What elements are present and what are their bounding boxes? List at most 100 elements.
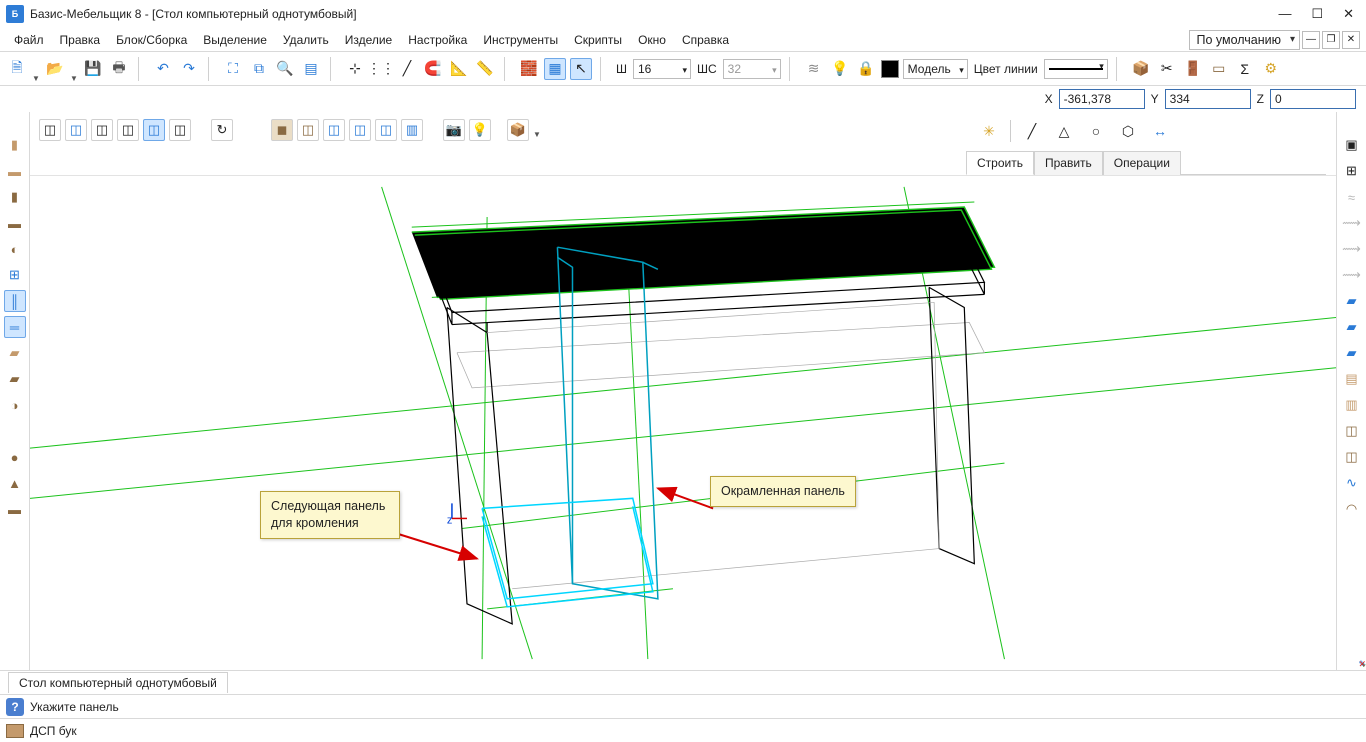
line-tool-icon[interactable]: ╱	[1021, 120, 1043, 142]
r-mat-b-icon[interactable]: ▥	[1341, 394, 1363, 416]
plinth-icon[interactable]: ▭	[1208, 58, 1230, 80]
r-panel-a-icon[interactable]: ▣	[1341, 134, 1363, 156]
view-3-icon[interactable]: ◫	[91, 119, 113, 141]
snap-grid-icon[interactable]: ⋮⋮	[370, 58, 392, 80]
sigma-icon[interactable]: Σ	[1234, 58, 1256, 80]
camera-icon[interactable]: 📷	[443, 119, 465, 141]
menu-file[interactable]: Файл	[6, 30, 52, 50]
ws-combo[interactable]: 32	[723, 59, 781, 79]
view-4-icon[interactable]: ◫	[117, 119, 139, 141]
menu-block[interactable]: Блок/Сборка	[108, 30, 195, 50]
menu-help[interactable]: Справка	[674, 30, 737, 50]
cone-icon[interactable]: ▲	[4, 472, 26, 494]
minimize-button[interactable]: —	[1278, 6, 1291, 22]
open-dropdown[interactable]: ▼	[70, 74, 78, 85]
panel-vert-icon[interactable]: ▮	[4, 134, 26, 156]
lock-icon[interactable]: 🔒	[855, 58, 877, 80]
hex-tool-icon[interactable]: ⬡	[1117, 120, 1139, 142]
new-dropdown[interactable]: ▼	[32, 74, 40, 85]
panel-front-icon[interactable]: ▮	[4, 186, 26, 208]
x-input[interactable]	[1059, 89, 1145, 109]
r-mat-a-icon[interactable]: ▤	[1341, 368, 1363, 390]
mdi-close[interactable]: ✕	[1342, 31, 1360, 49]
layout-combo[interactable]: По умолчанию	[1189, 30, 1300, 50]
help-icon[interactable]: ?	[6, 698, 24, 716]
cut-icon[interactable]: ✂	[1156, 58, 1178, 80]
close-button[interactable]: ✕	[1343, 6, 1354, 22]
r-panel-e-icon[interactable]: ⟿	[1341, 238, 1363, 260]
menu-product[interactable]: Изделие	[337, 30, 401, 50]
layer-icon[interactable]: ≋	[803, 58, 825, 80]
print-icon[interactable]: 🖶	[108, 58, 130, 80]
z-input[interactable]	[1270, 89, 1356, 109]
axes-icon[interactable]: ✳	[978, 120, 1000, 142]
r-box-b-icon[interactable]: ◫	[1341, 446, 1363, 468]
magnet-icon[interactable]: 🧲	[422, 58, 444, 80]
view-6-icon[interactable]: ◫	[169, 119, 191, 141]
model-combo[interactable]: Модель	[903, 59, 968, 79]
r-panel-b-icon[interactable]: ⊞	[1341, 160, 1363, 182]
mdi-minimize[interactable]: —	[1302, 31, 1320, 49]
angle-line-icon[interactable]: 📐	[448, 58, 470, 80]
zoom-window-icon[interactable]: ⧉	[248, 58, 270, 80]
edge-vert-icon[interactable]: ║	[4, 290, 26, 312]
drill-icon[interactable]: ⚙	[1260, 58, 1282, 80]
wire-d-icon[interactable]: ▥	[401, 119, 423, 141]
r-edge-del-icon[interactable]: ▰✕	[1341, 342, 1363, 364]
viewport[interactable]: z Следующая панель для кромления Окрамле…	[30, 176, 1336, 670]
color-swatch[interactable]	[881, 60, 899, 78]
solid-b-icon[interactable]: ◫	[297, 119, 319, 141]
rotate-icon[interactable]: ↻	[211, 119, 233, 141]
panel-g-icon[interactable]: ◑	[4, 394, 26, 416]
menu-selection[interactable]: Выделение	[195, 30, 275, 50]
menu-window[interactable]: Окно	[630, 30, 674, 50]
menu-scripts[interactable]: Скрипты	[566, 30, 630, 50]
ruler-icon[interactable]: 📏	[474, 58, 496, 80]
tab-build[interactable]: Строить	[966, 151, 1034, 175]
solid-a-icon[interactable]: ◼	[271, 119, 293, 141]
menu-settings[interactable]: Настройка	[400, 30, 475, 50]
tab-edit[interactable]: Править	[1034, 151, 1103, 175]
wire-b-icon[interactable]: ◫	[349, 119, 371, 141]
panel-prof-icon[interactable]: ◐	[4, 238, 26, 260]
zoom-extents-icon[interactable]: ⛶	[222, 58, 244, 80]
wire-c-icon[interactable]: ◫	[375, 119, 397, 141]
angle-tool-icon[interactable]: △	[1053, 120, 1075, 142]
view-2-icon[interactable]: ◫	[65, 119, 87, 141]
zoom-in-icon[interactable]: 🔍	[274, 58, 296, 80]
width-combo[interactable]: 16	[633, 59, 691, 79]
bulb-icon[interactable]: 💡	[469, 119, 491, 141]
mdi-maximize[interactable]: ❐	[1322, 31, 1340, 49]
tool-a-icon[interactable]: 🧱	[518, 58, 540, 80]
save-icon[interactable]: 💾	[82, 58, 104, 80]
view-1-icon[interactable]: ◫	[39, 119, 61, 141]
box-icon[interactable]: 📦	[1130, 58, 1152, 80]
undo-icon[interactable]: ↶	[152, 58, 174, 80]
circle-tool-icon[interactable]: ○	[1085, 120, 1107, 142]
r-panel-f-icon[interactable]: ⟿	[1341, 264, 1363, 286]
box3d-dropdown[interactable]: ▼	[533, 130, 541, 141]
wire-a-icon[interactable]: ◫	[323, 119, 345, 141]
menu-edit[interactable]: Правка	[52, 30, 109, 50]
r-box-a-icon[interactable]: ◫	[1341, 420, 1363, 442]
view-5-icon[interactable]: ◫	[143, 119, 165, 141]
tab-ops[interactable]: Операции	[1103, 151, 1181, 175]
linetype-combo[interactable]	[1044, 59, 1108, 79]
r-panel-d-icon[interactable]: ⟿	[1341, 212, 1363, 234]
r-curve-icon[interactable]: ∿	[1341, 472, 1363, 494]
snap-line-icon[interactable]: ╱	[396, 58, 418, 80]
document-tab[interactable]: Стол компьютерный однотумбовый	[8, 672, 228, 693]
panel-e-icon[interactable]: ▰	[4, 342, 26, 364]
panel-f-icon[interactable]: ▰	[4, 368, 26, 390]
y-input[interactable]	[1165, 89, 1251, 109]
maximize-button[interactable]: ☐	[1311, 6, 1323, 22]
r-panel-c-icon[interactable]: ≈	[1341, 186, 1363, 208]
lamp-a-icon[interactable]: 💡	[829, 58, 851, 80]
panel-horiz-icon[interactable]: ▬	[4, 160, 26, 182]
menu-delete[interactable]: Удалить	[275, 30, 337, 50]
new-icon[interactable]: 🗎	[6, 58, 28, 80]
dim-tool-icon[interactable]: ↔	[1149, 120, 1171, 142]
panel-back-icon[interactable]: ▬	[4, 212, 26, 234]
door-icon[interactable]: 🚪	[1182, 58, 1204, 80]
divider-icon[interactable]: ⊞	[4, 264, 26, 286]
